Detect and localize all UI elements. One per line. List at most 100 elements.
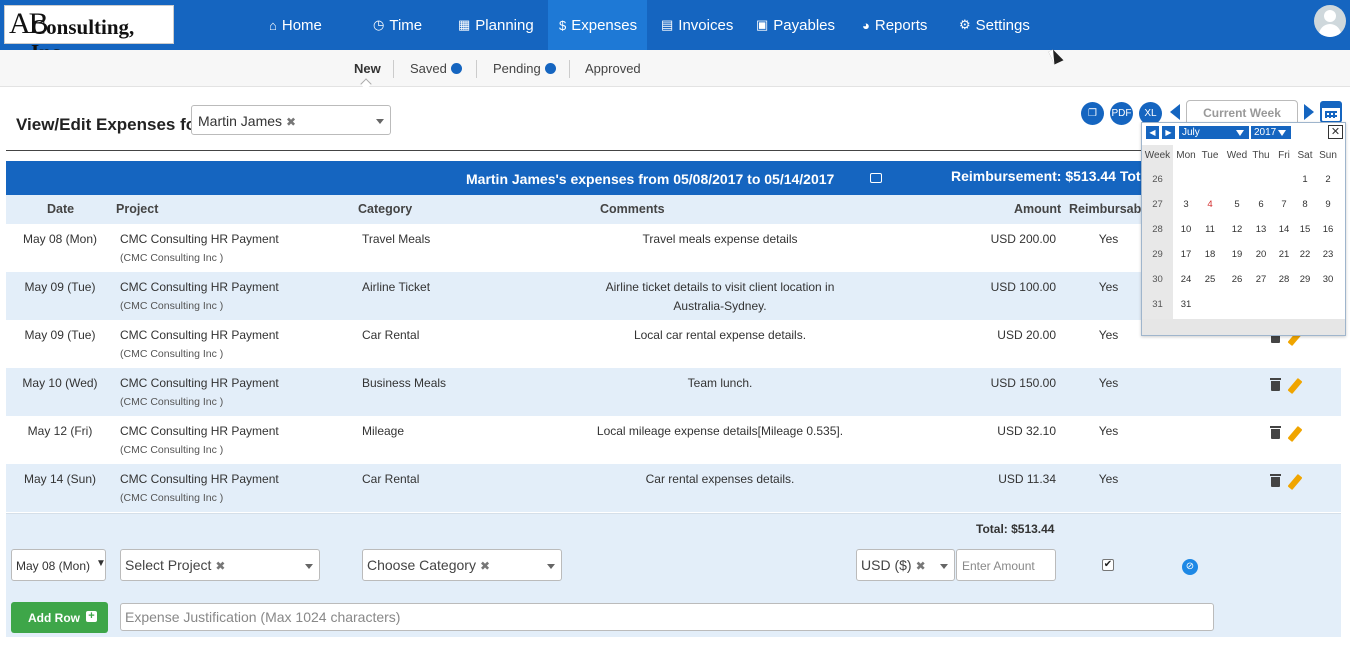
month-select[interactable]: July bbox=[1179, 126, 1249, 139]
copy-icon[interactable]: ❐ bbox=[1081, 102, 1104, 125]
user-avatar[interactable] bbox=[1314, 5, 1346, 37]
nav-reports[interactable]: ◕ Reports bbox=[851, 0, 938, 50]
add-row-button[interactable]: Add Row + bbox=[11, 602, 108, 633]
calendar-day[interactable]: 2 bbox=[1317, 174, 1339, 185]
attachment-icon[interactable]: ⊘ bbox=[1182, 559, 1198, 575]
calendar-day[interactable]: 17 bbox=[1175, 249, 1197, 260]
calendar-day[interactable]: 13 bbox=[1250, 224, 1272, 235]
nav-expenses[interactable]: $ Expenses bbox=[548, 0, 647, 50]
nav-time[interactable]: ◷ Time bbox=[362, 0, 433, 50]
calendar-day[interactable]: 24 bbox=[1175, 274, 1197, 285]
pencil-icon[interactable] bbox=[1287, 377, 1303, 395]
nav-planning[interactable]: ▦ Planning bbox=[447, 0, 545, 50]
week-number[interactable]: 27 bbox=[1142, 199, 1173, 210]
calendar-day[interactable]: 12 bbox=[1226, 224, 1248, 235]
year-value: 2017 bbox=[1254, 127, 1277, 138]
trash-icon[interactable] bbox=[1270, 426, 1281, 439]
calendar-day[interactable]: 16 bbox=[1317, 224, 1339, 235]
tab-saved[interactable]: Saved bbox=[410, 61, 462, 76]
calendar-icon[interactable] bbox=[1320, 101, 1342, 123]
calendar-day[interactable]: 5 bbox=[1226, 199, 1248, 210]
prev-month-icon[interactable]: ◀ bbox=[1146, 126, 1159, 139]
calendar-day[interactable]: 9 bbox=[1317, 199, 1339, 210]
nav-settings[interactable]: ⚙ Settings bbox=[948, 0, 1041, 50]
tab-new[interactable]: New bbox=[354, 61, 381, 76]
amount-input[interactable]: Enter Amount bbox=[956, 549, 1056, 581]
pencil-icon[interactable] bbox=[1287, 473, 1303, 491]
tab-pending[interactable]: Pending bbox=[493, 61, 556, 76]
week-number[interactable]: 26 bbox=[1142, 174, 1173, 185]
week-number[interactable]: 28 bbox=[1142, 224, 1173, 235]
calendar-day[interactable]: 11 bbox=[1199, 224, 1221, 235]
justification-textarea[interactable]: Expense Justification (Max 1024 characte… bbox=[120, 603, 1214, 631]
clear-currency-icon[interactable]: ✖ bbox=[916, 559, 926, 573]
row-reimbursable: Yes bbox=[1098, 472, 1119, 486]
pencil-icon[interactable] bbox=[1287, 425, 1303, 443]
nav-home[interactable]: ⌂ Home bbox=[258, 0, 333, 50]
close-icon[interactable]: ✕ bbox=[1328, 125, 1343, 139]
calendar-day[interactable]: 31 bbox=[1175, 299, 1197, 310]
week-number[interactable]: 30 bbox=[1142, 274, 1173, 285]
calendar-day[interactable]: 3 bbox=[1175, 199, 1197, 210]
table-row[interactable]: May 10 (Wed) CMC Consulting HR Payment (C… bbox=[6, 368, 1341, 416]
calendar-day[interactable]: 29 bbox=[1294, 274, 1316, 285]
category-select[interactable]: Choose Category ✖ bbox=[362, 549, 562, 581]
calendar-day[interactable]: 1 bbox=[1294, 174, 1316, 185]
week-number[interactable]: 31 bbox=[1142, 299, 1173, 310]
previous-week-button[interactable] bbox=[1170, 104, 1180, 120]
calendar-day[interactable]: 19 bbox=[1226, 249, 1248, 260]
calendar-day[interactable]: 27 bbox=[1250, 274, 1272, 285]
calendar-day[interactable]: 21 bbox=[1273, 249, 1295, 260]
calendar-day[interactable]: 8 bbox=[1294, 199, 1316, 210]
col-project[interactable]: Project bbox=[116, 202, 158, 216]
currency-select[interactable]: USD ($) ✖ bbox=[856, 549, 955, 581]
calendar-day[interactable]: 20 bbox=[1250, 249, 1272, 260]
calendar-day[interactable]: 22 bbox=[1294, 249, 1316, 260]
date-select[interactable]: May 08 (Mon) ▼ bbox=[11, 549, 106, 581]
row-project: CMC Consulting HR Payment (CMC Consulting… bbox=[120, 424, 279, 456]
nav-label: Expenses bbox=[571, 16, 638, 34]
row-category: Travel Meals bbox=[362, 232, 431, 246]
calendar-day[interactable]: 28 bbox=[1273, 274, 1295, 285]
reimbursable-checkbox[interactable]: ✔ bbox=[1102, 559, 1114, 571]
trash-icon[interactable] bbox=[1270, 474, 1281, 487]
comment-icon[interactable] bbox=[870, 173, 882, 183]
calendar-day[interactable]: 26 bbox=[1226, 274, 1248, 285]
col-comments[interactable]: Comments bbox=[600, 202, 665, 216]
next-week-button[interactable] bbox=[1304, 104, 1314, 120]
calendar-day[interactable]: 7 bbox=[1273, 199, 1295, 210]
next-month-icon[interactable]: ▶ bbox=[1162, 126, 1175, 139]
client-name: (CMC Consulting Inc ) bbox=[120, 492, 224, 504]
company-logo[interactable]: AB Consulting, Inc. bbox=[4, 5, 174, 64]
row-reimbursable: Yes bbox=[1098, 232, 1119, 246]
clear-employee-icon[interactable]: ✖ bbox=[286, 115, 296, 129]
tab-divider bbox=[476, 60, 477, 78]
calendar-day[interactable]: 14 bbox=[1273, 224, 1295, 235]
clear-category-icon[interactable]: ✖ bbox=[480, 559, 490, 573]
tab-approved[interactable]: Approved bbox=[585, 61, 641, 76]
employee-select[interactable]: Martin James ✖ bbox=[191, 105, 391, 135]
col-amount[interactable]: Amount bbox=[1014, 202, 1061, 216]
nav-invoices[interactable]: ▤ Invoices bbox=[650, 0, 744, 50]
calendar-day[interactable]: 15 bbox=[1294, 224, 1316, 235]
trash-icon[interactable] bbox=[1270, 378, 1281, 391]
col-date[interactable]: Date bbox=[47, 202, 74, 216]
calendar-day[interactable]: 18 bbox=[1199, 249, 1221, 260]
calendar-day[interactable]: 10 bbox=[1175, 224, 1197, 235]
calendar-day[interactable]: 30 bbox=[1317, 274, 1339, 285]
pdf-icon[interactable]: PDF bbox=[1110, 102, 1133, 125]
nav-payables[interactable]: ▣ Payables bbox=[745, 0, 846, 50]
clear-project-icon[interactable]: ✖ bbox=[215, 559, 225, 573]
row-category: Car Rental bbox=[362, 472, 420, 486]
week-number[interactable]: 29 bbox=[1142, 249, 1173, 260]
col-reimbursable[interactable]: Reimbursable bbox=[1069, 202, 1152, 216]
calendar-day[interactable]: 4 bbox=[1199, 199, 1221, 210]
col-category[interactable]: Category bbox=[358, 202, 412, 216]
year-select[interactable]: 2017 bbox=[1251, 126, 1291, 139]
calendar-day[interactable]: 25 bbox=[1199, 274, 1221, 285]
table-row[interactable]: May 14 (Sun) CMC Consulting HR Payment (C… bbox=[6, 464, 1341, 512]
table-row[interactable]: May 12 (Fri) CMC Consulting HR Payment (C… bbox=[6, 416, 1341, 464]
project-select[interactable]: Select Project ✖ bbox=[120, 549, 320, 581]
calendar-day[interactable]: 23 bbox=[1317, 249, 1339, 260]
calendar-day[interactable]: 6 bbox=[1250, 199, 1272, 210]
